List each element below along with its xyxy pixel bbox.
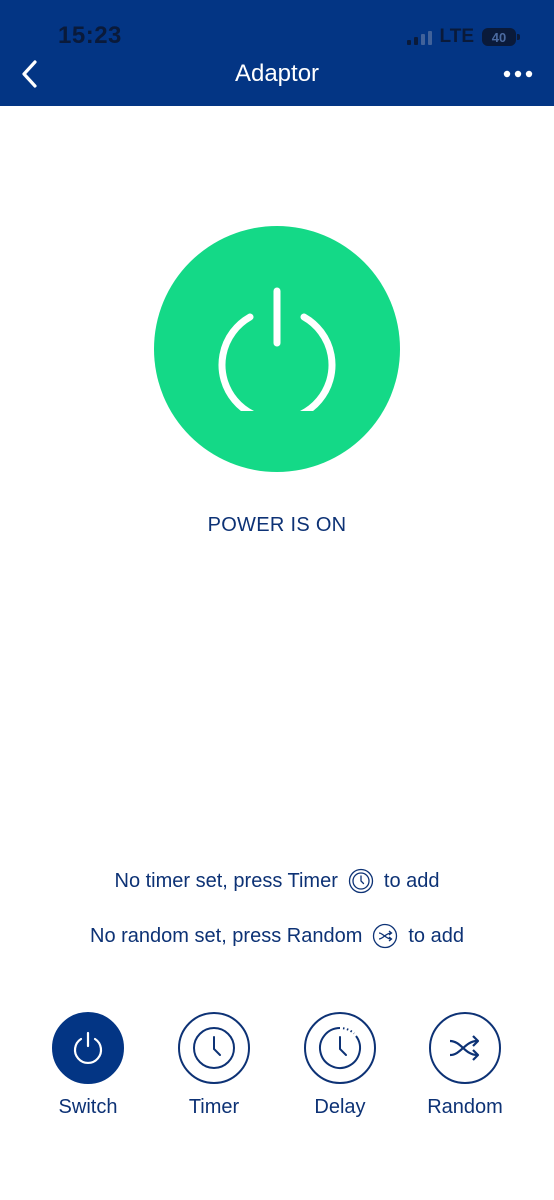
random-button-circle[interactable]	[429, 1012, 501, 1084]
clock-icon	[348, 868, 374, 894]
switch-button-circle[interactable]	[52, 1012, 124, 1084]
random-info-suffix: to add	[408, 924, 464, 947]
timer-label: Timer	[188, 1096, 240, 1118]
delay-clock-icon	[319, 1027, 361, 1069]
status-time: 15:23	[58, 22, 122, 49]
delay-button[interactable]: Delay	[285, 1012, 395, 1119]
timer-button[interactable]: Timer	[159, 1012, 269, 1119]
timer-info-text: No timer set, press Timer	[114, 869, 338, 892]
status-indicators: LTE 40	[406, 26, 520, 48]
network-type: LTE	[439, 26, 474, 47]
random-info-text: No random set, press Random	[90, 924, 363, 947]
clock-icon	[193, 1027, 235, 1069]
page-title: Adaptor	[234, 60, 320, 87]
battery-level: 40	[491, 29, 507, 45]
timer-info: No timer set, press Timer to add	[0, 868, 554, 894]
timer-info-suffix: to add	[383, 869, 440, 892]
delay-button-circle[interactable]	[304, 1012, 376, 1084]
shuffle-icon	[372, 923, 398, 949]
more-horizontal-icon	[503, 70, 533, 78]
random-button[interactable]: Random	[410, 1012, 520, 1119]
power-icon	[73, 1031, 103, 1064]
adaptor-screen: 15:23 LTE 40 Adaptor POWER IS ON No time…	[0, 0, 554, 1200]
shuffle-icon	[449, 1035, 480, 1061]
switch-button[interactable]: Switch	[33, 1012, 143, 1119]
header-bar: 15:23 LTE 40 Adaptor	[0, 0, 554, 106]
signal-icon	[406, 29, 432, 45]
delay-label: Delay	[314, 1096, 366, 1118]
timer-button-circle[interactable]	[178, 1012, 250, 1084]
power-toggle-button[interactable]	[154, 226, 400, 472]
switch-label: Switch	[58, 1096, 118, 1118]
random-label: Random	[427, 1096, 503, 1118]
more-options-button[interactable]	[500, 60, 536, 88]
power-status-text: POWER IS ON	[207, 514, 347, 536]
battery-icon: 40	[482, 28, 520, 46]
power-icon	[218, 287, 336, 411]
random-info: No random set, press Random to add	[0, 923, 554, 949]
